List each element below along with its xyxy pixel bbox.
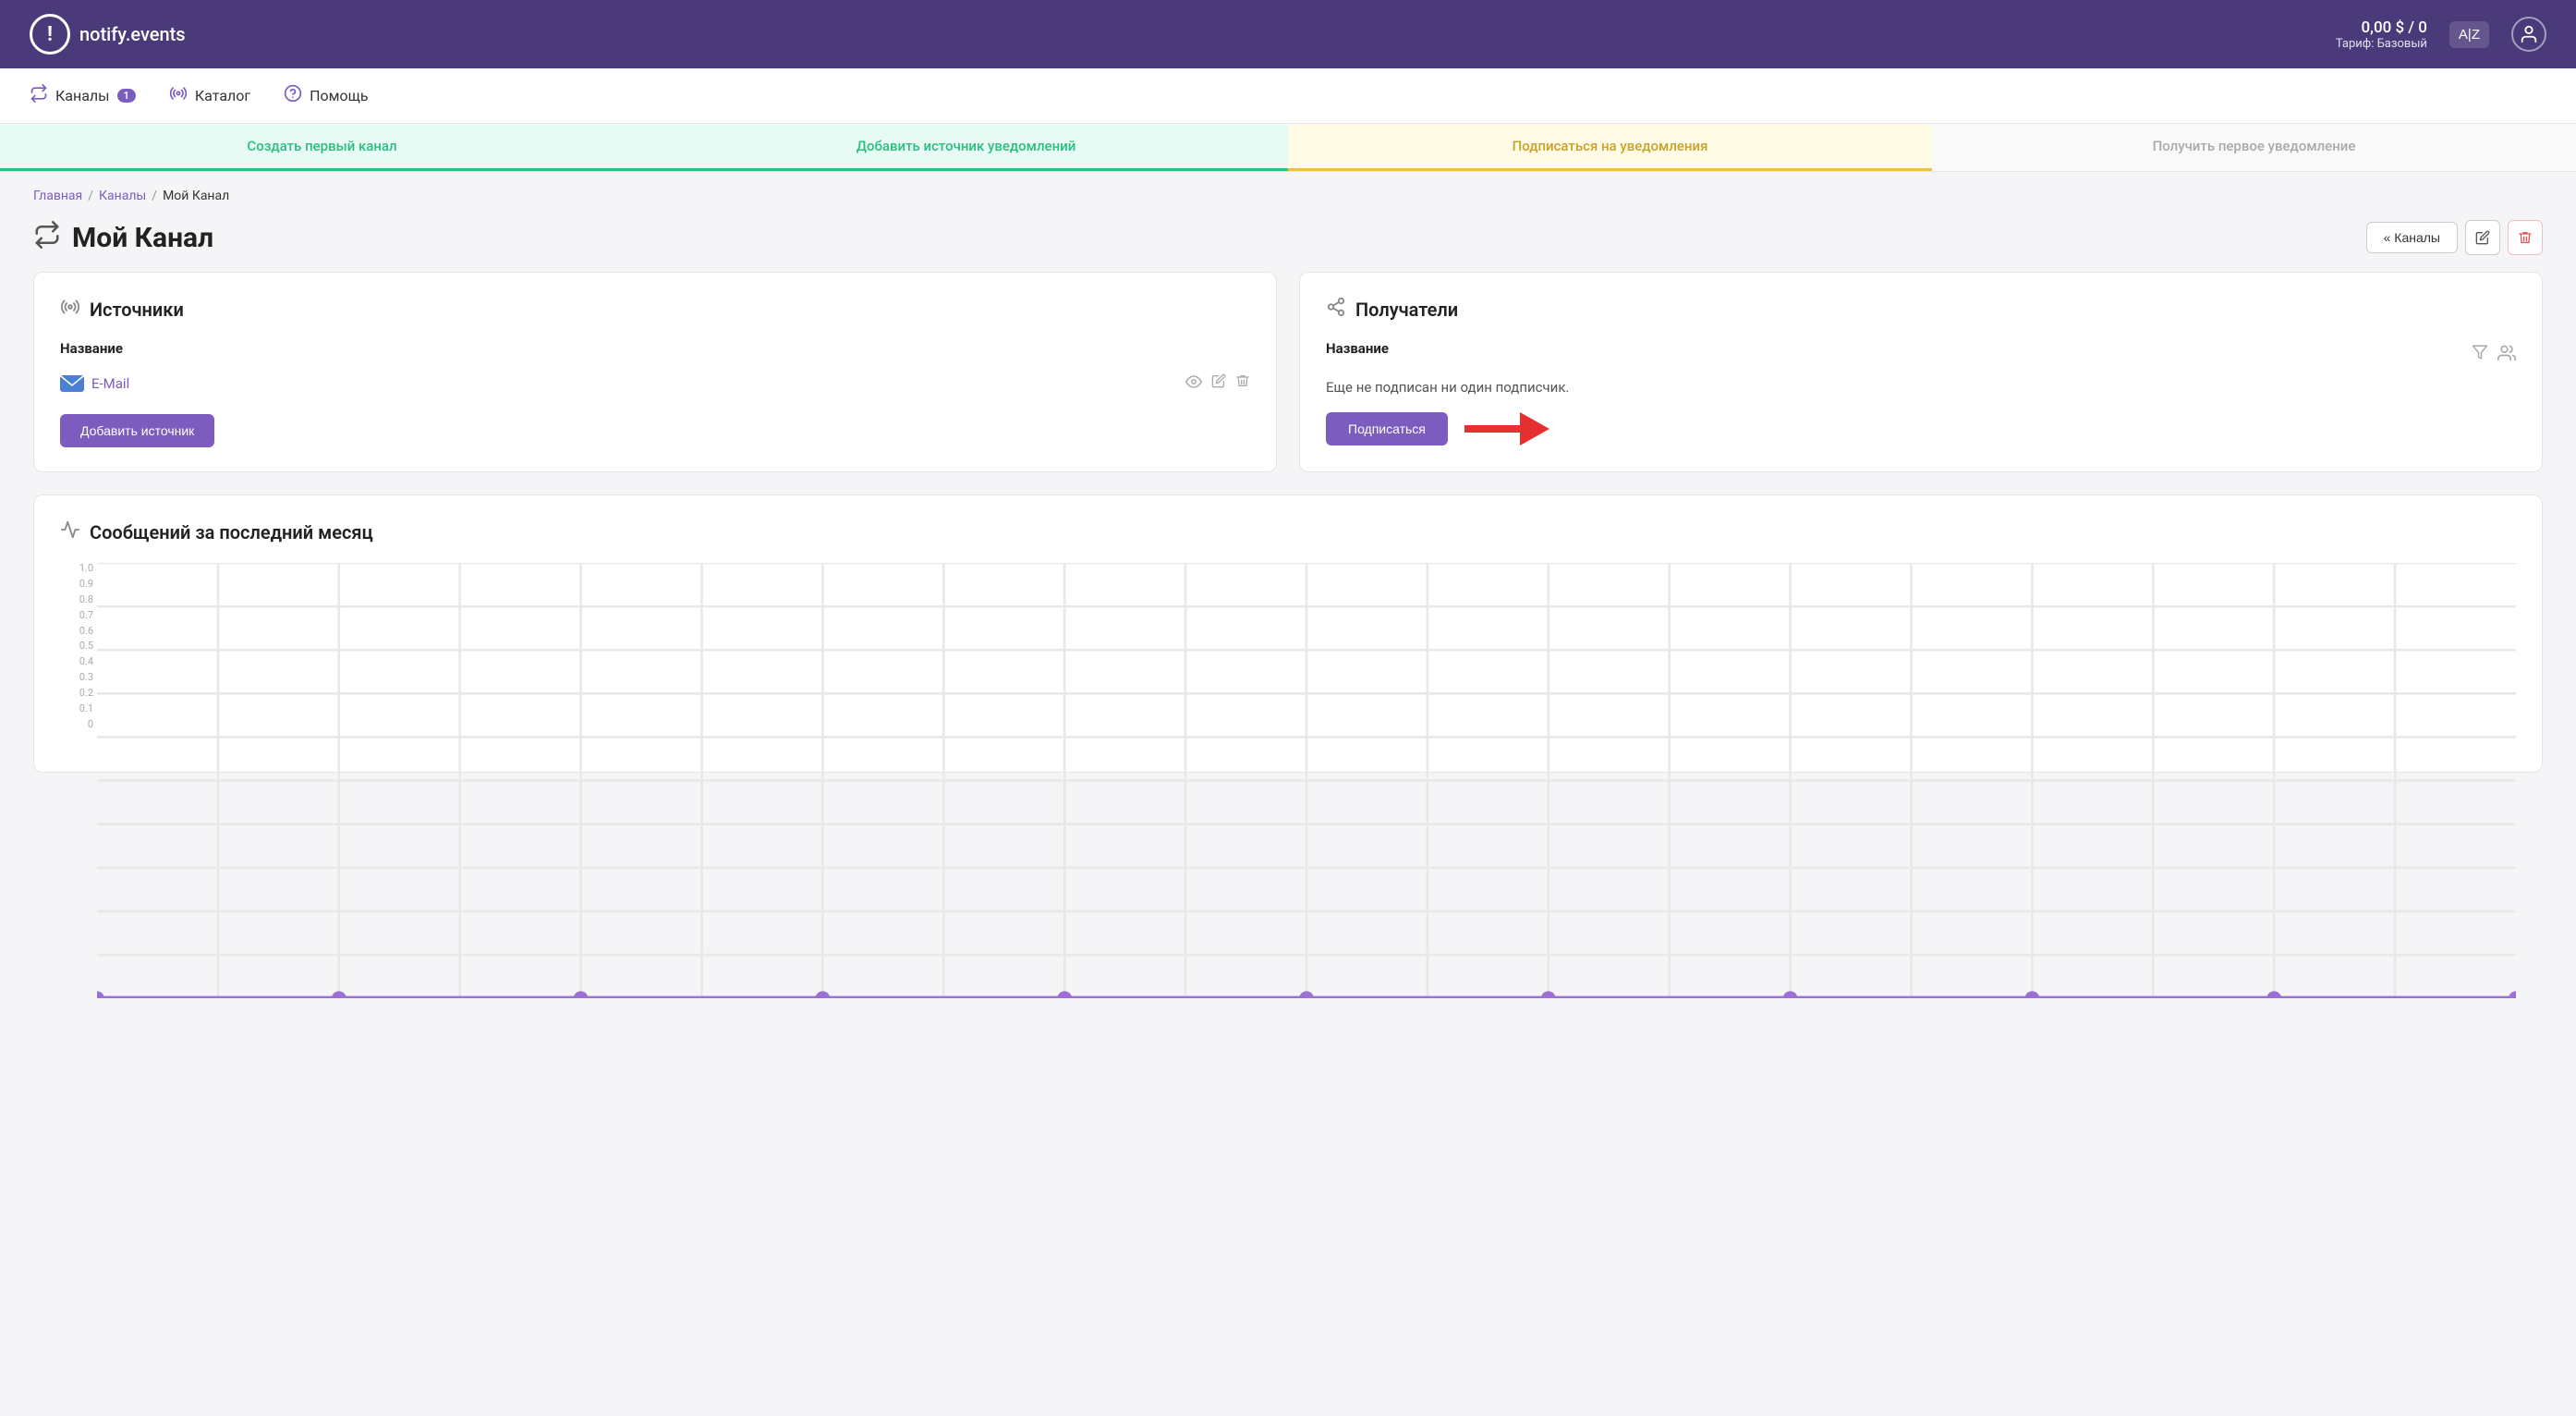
logo-area: ! notify.events <box>30 14 186 55</box>
page-title-area: Мой Канал <box>33 221 213 255</box>
steps-bar: Создать первый канал Добавить источник у… <box>0 124 2576 172</box>
step-first-notification: Получить первое уведомление <box>1932 124 2576 171</box>
email-source-icon <box>60 375 84 392</box>
recipients-header-row: Название <box>1326 340 2516 370</box>
source-email-link[interactable]: E-Mail <box>91 375 129 392</box>
y-label-01: 0.1 <box>79 703 93 714</box>
edit-channel-button[interactable] <box>2465 220 2500 255</box>
user-icon[interactable] <box>2511 17 2546 52</box>
sidebar-item-help[interactable]: Помощь <box>284 84 368 107</box>
header-right: 0,00 $ / 0 Тариф: Базовый A|Z <box>2336 17 2546 52</box>
chart-title-row: Сообщений за последний месяц <box>60 519 2516 544</box>
step-create-channel[interactable]: Создать первый канал <box>0 124 644 171</box>
filter-icon[interactable] <box>2472 344 2488 367</box>
recipients-card-title-row: Получатели <box>1326 297 2516 322</box>
arrow-head <box>1520 412 1549 446</box>
breadcrumb-channels[interactable]: Каналы <box>99 189 146 203</box>
step-add-source-label: Добавить источник уведомлений <box>857 138 1076 154</box>
logo-icon: ! <box>30 14 70 55</box>
no-subscribers-text: Еще не подписан ни один подписчик. <box>1326 379 2516 396</box>
page-header: Мой Канал « Каналы <box>0 211 2576 272</box>
chart-title: Сообщений за последний месяц <box>90 521 373 543</box>
main-nav: Каналы 1 Каталог Помощь <box>0 68 2576 124</box>
y-label-00: 0 <box>88 719 93 729</box>
view-source-button[interactable] <box>1185 373 1202 394</box>
y-label-06: 0.6 <box>79 626 93 636</box>
step-create-channel-label: Создать первый канал <box>247 138 396 154</box>
recipients-card: Получатели Название Е <box>1299 272 2543 472</box>
y-label-10: 1.0 <box>79 563 93 573</box>
step-subscribe-label: Подписаться на уведомления <box>1513 138 1708 154</box>
page-title: Мой Канал <box>72 222 213 254</box>
breadcrumb: Главная / Каналы / Мой Канал <box>0 172 2576 211</box>
balance-plan: Тариф: Базовый <box>2336 37 2427 51</box>
sources-card-title: Источники <box>90 299 184 321</box>
subscribe-area: Подписаться <box>1326 412 2516 446</box>
source-email-actions <box>1185 373 1250 394</box>
y-label-07: 0.7 <box>79 610 93 620</box>
recipients-icon <box>1326 297 1346 322</box>
main-content: Источники Название E-Mail <box>0 272 2576 806</box>
recipients-icons <box>2472 344 2516 367</box>
edit-icon <box>2475 230 2490 245</box>
y-label-08: 0.8 <box>79 594 93 604</box>
subscribe-button[interactable]: Подписаться <box>1326 412 1448 446</box>
chart-icon <box>60 519 80 544</box>
y-label-05: 0.5 <box>79 641 93 651</box>
lang-btn[interactable]: A|Z <box>2449 21 2489 48</box>
delete-source-button[interactable] <box>1235 373 1250 394</box>
breadcrumb-sep1: / <box>88 189 93 203</box>
back-to-channels-button[interactable]: « Каналы <box>2366 222 2458 253</box>
chart-area: 1.0 0.9 0.8 0.7 0.6 0.5 0.4 0.3 0.2 0.1 … <box>60 563 2516 748</box>
arrow-indicator <box>1464 412 1549 446</box>
delete-source-icon <box>1235 373 1250 388</box>
step-subscribe[interactable]: Подписаться на уведомления <box>1288 124 1932 171</box>
catalog-icon <box>169 84 188 107</box>
sources-icon <box>60 297 80 322</box>
eye-icon <box>1185 373 1202 390</box>
channels-icon <box>30 84 48 107</box>
sources-col-header: Название <box>60 340 1250 357</box>
help-icon <box>284 84 302 107</box>
step-first-notification-label: Получить первое уведомление <box>2153 138 2356 154</box>
page-actions: « Каналы <box>2366 220 2543 255</box>
catalog-label: Каталог <box>195 87 250 104</box>
arrow-shaft <box>1464 425 1520 433</box>
delete-channel-button[interactable] <box>2508 220 2543 255</box>
chart-svg <box>97 563 2516 998</box>
source-email-name: E-Mail <box>60 375 129 392</box>
channels-badge: 1 <box>117 89 136 103</box>
manage-recipients-icon[interactable] <box>2497 344 2516 367</box>
sources-card-title-row: Источники <box>60 297 1250 322</box>
y-label-03: 0.3 <box>79 672 93 682</box>
balance-amount: 0,00 $ / 0 <box>2336 18 2427 37</box>
page-title-icon <box>33 221 61 255</box>
step-add-source[interactable]: Добавить источник уведомлений <box>644 124 1288 171</box>
sources-card: Источники Название E-Mail <box>33 272 1277 472</box>
edit-source-button[interactable] <box>1211 373 1226 394</box>
chart-y-labels: 1.0 0.9 0.8 0.7 0.6 0.5 0.4 0.3 0.2 0.1 … <box>60 563 93 729</box>
logo-text: notify.events <box>79 23 186 45</box>
source-email-row: E-Mail <box>60 370 1250 397</box>
sidebar-item-channels[interactable]: Каналы 1 <box>30 84 136 107</box>
sidebar-item-catalog[interactable]: Каталог <box>169 84 250 107</box>
breadcrumb-current: Мой Канал <box>163 189 229 203</box>
chart-card: Сообщений за последний месяц 1.0 0.9 0.8… <box>33 494 2543 773</box>
channels-label: Каналы <box>55 87 110 104</box>
breadcrumb-home[interactable]: Главная <box>33 189 82 203</box>
delete-icon <box>2518 230 2533 245</box>
y-label-02: 0.2 <box>79 688 93 698</box>
help-label: Помощь <box>310 87 368 104</box>
add-source-button[interactable]: Добавить источник <box>60 414 214 447</box>
breadcrumb-sep2: / <box>152 189 157 203</box>
y-label-09: 0.9 <box>79 579 93 589</box>
header: ! notify.events 0,00 $ / 0 Тариф: Базовы… <box>0 0 2576 68</box>
recipients-col-header: Название <box>1326 340 1389 357</box>
cards-row: Источники Название E-Mail <box>33 272 2543 472</box>
edit-source-icon <box>1211 373 1226 388</box>
recipients-card-title: Получатели <box>1355 299 1458 321</box>
y-label-04: 0.4 <box>79 656 93 666</box>
balance-area: 0,00 $ / 0 Тариф: Базовый <box>2336 18 2427 51</box>
